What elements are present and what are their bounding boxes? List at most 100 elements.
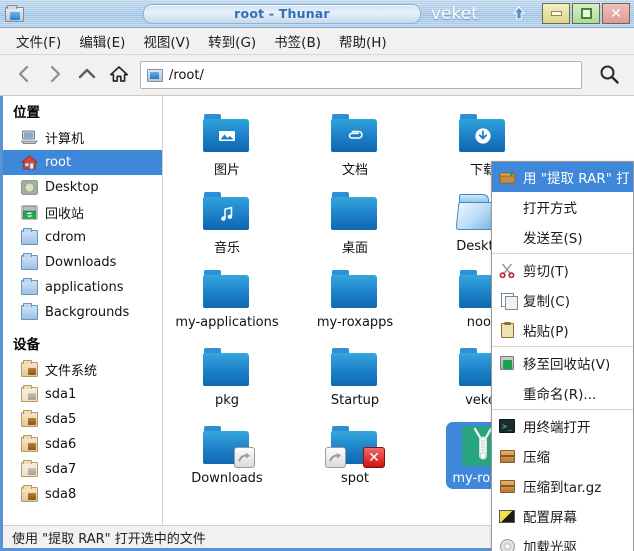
file-label: Startup [330, 393, 380, 408]
maximize-button[interactable] [572, 3, 600, 24]
package-icon [498, 447, 516, 465]
menu-item-cut[interactable]: 剪切(T) [492, 255, 633, 285]
sidebar-item-sda8[interactable]: sda8 [3, 482, 162, 507]
sidebar-item-cdrom[interactable]: cdrom [3, 225, 162, 250]
window-left-border [0, 96, 3, 551]
menu-help[interactable]: 帮助(H) [331, 28, 395, 54]
trash-icon [498, 354, 516, 372]
file-label: pkg [214, 393, 240, 408]
file-label: my-roxapps [316, 315, 394, 330]
screen-icon [498, 507, 516, 525]
sidebar-item-label: sda7 [45, 462, 77, 477]
folder-shortcut-icon [203, 426, 255, 468]
menu-item-compress[interactable]: 压缩 [492, 441, 633, 471]
sidebar-item-sda7[interactable]: sda7 [3, 457, 162, 482]
menu-item-extract-rar[interactable]: 用 "提取 RAR" 打 [492, 162, 633, 192]
menu-bar: 文件(F) 编辑(E) 视图(V) 转到(G) 书签(B) 帮助(H) [0, 28, 634, 55]
menu-item-configure-screen[interactable]: 配置屏幕 [492, 501, 633, 531]
extract-rar-icon [498, 168, 516, 186]
sidebar-item-backgrounds[interactable]: Backgrounds [3, 300, 162, 325]
menu-separator [492, 409, 633, 410]
device-folder-icon [21, 435, 38, 452]
menu-item-label: 打开方式 [523, 201, 577, 217]
sidebar-item-root[interactable]: root [3, 150, 162, 175]
sidebar-item-label: 计算机 [45, 132, 85, 147]
menu-item-copy[interactable]: 复制(C) [492, 285, 633, 315]
sidebar-places-header: 位置 [13, 105, 40, 121]
file-item-pkg[interactable]: pkg [163, 340, 291, 418]
shortcut-arrow-icon [325, 447, 346, 468]
folder-desktop-icon [331, 192, 379, 232]
file-item-downloads-shortcut[interactable]: Downloads [163, 418, 291, 496]
sidebar-item-sda6[interactable]: sda6 [3, 432, 162, 457]
file-item-music[interactable]: 音乐 [163, 184, 291, 262]
menu-item-send-to[interactable]: 发送至(S) [492, 222, 633, 252]
folder-documents-icon [331, 114, 379, 154]
device-folder-icon [21, 460, 38, 477]
folder-icon [21, 253, 38, 270]
sidebar-item-downloads[interactable]: Downloads [3, 250, 162, 275]
broken-link-icon: ✕ [363, 447, 385, 468]
scissors-icon [498, 261, 516, 279]
up-button[interactable] [72, 60, 102, 90]
menu-item-label: 用 "提取 RAR" 打 [523, 171, 630, 187]
file-item-desktop-cn[interactable]: 桌面 [291, 184, 419, 262]
menu-item-open-terminal[interactable]: >_ 用终端打开 [492, 411, 633, 441]
forward-button[interactable] [40, 60, 70, 90]
cd-icon [498, 537, 516, 551]
sidebar-item-label: Downloads [45, 255, 117, 270]
file-item-pictures[interactable]: 图片 [163, 106, 291, 184]
sidebar-item-label: root [45, 155, 72, 170]
menu-item-rename[interactable]: 重命名(R)... [492, 378, 633, 408]
chevron-right-icon [48, 64, 63, 87]
sidebar-item-desktop[interactable]: Desktop [3, 175, 162, 200]
window-title-pill: root - Thunar [143, 3, 421, 24]
sidebar-item-filesystem[interactable]: 文件系统 [3, 357, 162, 382]
menu-go[interactable]: 转到(G) [200, 28, 264, 54]
menu-view[interactable]: 视图(V) [135, 28, 198, 54]
close-button[interactable]: ✕ [602, 3, 630, 24]
folder-icon [203, 348, 251, 388]
menu-item-label: 粘贴(P) [523, 324, 569, 340]
sidebar-item-label: sda1 [45, 387, 77, 402]
sidebar-item-sda1[interactable]: sda1 [3, 382, 162, 407]
sidebar-item-label: 文件系统 [45, 364, 98, 379]
file-label: 图片 [213, 163, 240, 178]
sidebar-item-trash[interactable]: 回收站 [3, 200, 162, 225]
sidebar-item-label: sda5 [45, 412, 77, 427]
search-button[interactable] [592, 60, 626, 90]
status-text: 使用 "提取 RAR" 打开选中的文件 [12, 531, 206, 547]
minimize-button[interactable] [542, 3, 570, 24]
file-item-documents[interactable]: 文档 [291, 106, 419, 184]
file-item-my-applications[interactable]: my-applications [163, 262, 291, 340]
folder-app-icon [3, 3, 27, 25]
folder-broken-shortcut-icon: ✕ [325, 426, 385, 468]
folder-icon [21, 303, 38, 320]
menu-file[interactable]: 文件(F) [8, 28, 69, 54]
menu-item-compress-targz[interactable]: 压缩到tar.gz [492, 471, 633, 501]
sidebar-item-sda5[interactable]: sda5 [3, 407, 162, 432]
menu-bookmarks[interactable]: 书签(B) [266, 28, 329, 54]
sidebar-item-computer[interactable]: 计算机 [3, 125, 162, 150]
menu-item-open-with[interactable]: 打开方式 [492, 192, 633, 222]
up-arrow-icon[interactable] [512, 5, 526, 21]
taskbar-label-veket[interactable]: veket [431, 4, 478, 24]
home-button[interactable] [104, 60, 134, 90]
menu-item-paste[interactable]: 粘贴(P) [492, 315, 633, 345]
file-item-startup[interactable]: Startup [291, 340, 419, 418]
folder-music-icon [203, 192, 251, 232]
file-item-spot[interactable]: ✕ spot [291, 418, 419, 496]
context-menu[interactable]: 用 "提取 RAR" 打 打开方式 发送至(S) 剪切(T) 复制(C) 粘贴(… [491, 161, 634, 551]
chevron-up-icon [77, 66, 97, 85]
sidebar-item-applications[interactable]: applications [3, 275, 162, 300]
file-item-my-roxapps[interactable]: my-roxapps [291, 262, 419, 340]
menu-item-move-to-trash[interactable]: 移至回收站(V) [492, 348, 633, 378]
sidebar-item-label: cdrom [45, 230, 87, 245]
menu-item-mount-cdrom[interactable]: 加载光驱 [492, 531, 633, 551]
menu-edit[interactable]: 编辑(E) [71, 28, 133, 54]
path-entry[interactable]: /root/ [140, 61, 582, 89]
sidebar-item-label: Backgrounds [45, 305, 130, 320]
desktop-icon [21, 180, 38, 195]
back-button[interactable] [8, 60, 38, 90]
menu-item-label: 复制(C) [523, 294, 570, 310]
